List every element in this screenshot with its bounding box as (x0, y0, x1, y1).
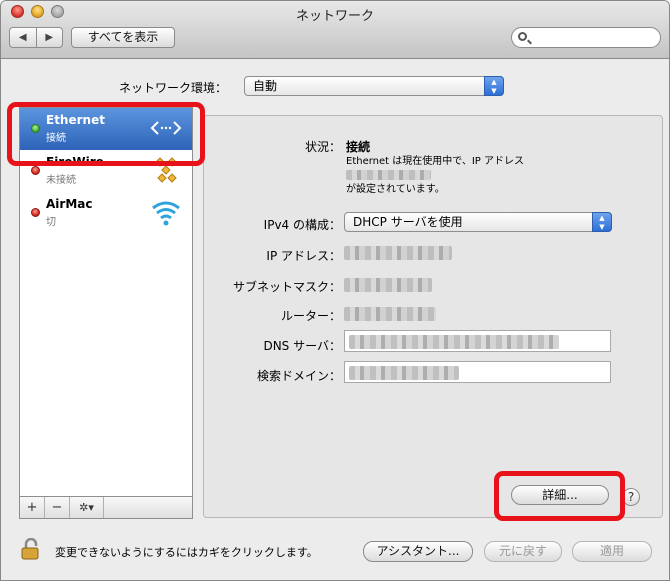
popup-arrows-icon: ▲ ▼ (484, 76, 504, 96)
subnet-mask-label: サブネットマスク： (232, 280, 341, 294)
search-domain-field[interactable] (344, 361, 611, 383)
lock-icon[interactable] (21, 538, 41, 560)
ip-address-value (344, 245, 452, 260)
window-title: ネットワーク (295, 9, 374, 24)
show-all-button[interactable]: すべてを表示 (71, 27, 175, 48)
search-field[interactable] (511, 27, 661, 48)
service-status: 切 (46, 217, 56, 228)
title-bar: ネットワーク ◀ ▶ すべてを表示 (1, 1, 669, 59)
forward-button[interactable]: ▶ (37, 28, 63, 47)
revert-button[interactable]: 元に戻す (484, 541, 562, 562)
highlight-box-advanced (494, 471, 625, 521)
ipv4-config-label: IPv4 の構成： (263, 218, 341, 232)
status-description: Ethernet は現在使用中で、IP アドレス が設定されています。 (346, 155, 576, 197)
apply-button[interactable]: 適用 (572, 541, 652, 562)
status-value: 接続 (346, 140, 371, 154)
dns-server-field[interactable] (344, 330, 611, 352)
service-name: AirMac (46, 197, 93, 211)
add-service-button[interactable]: + (20, 497, 45, 518)
service-item-airmac[interactable]: AirMac 切 (20, 192, 192, 234)
redacted-ip (346, 170, 431, 180)
location-value: 自動 (253, 79, 278, 93)
ip-address-label: IP アドレス： (266, 249, 341, 263)
gear-menu-button[interactable]: ✲▾ (70, 497, 104, 518)
back-forward-control: ◀ ▶ (9, 27, 63, 48)
search-icon (518, 32, 527, 41)
popup-arrows-icon: ▲ ▼ (592, 212, 612, 232)
subnet-mask-value (344, 277, 432, 292)
status-dot-icon (31, 166, 40, 175)
dns-server-label: DNS サーバ： (263, 339, 341, 353)
status-description-line2: が設定されています。 (346, 184, 445, 195)
lock-instruction-text: 変更できないようにするにはカギをクリックします。 (55, 546, 318, 559)
router-label: ルーター： (280, 309, 341, 323)
status-dot-icon (31, 208, 40, 217)
location-label: ネットワーク環境： (119, 81, 228, 95)
wifi-icon (152, 201, 180, 226)
network-preferences-window: ネットワーク ◀ ▶ すべてを表示 ネットワーク環境： 自動 ▲ ▼ Ethern… (0, 0, 670, 581)
search-domain-label: 検索ドメイン： (256, 369, 341, 383)
router-value (344, 306, 436, 321)
status-label: 状況： (304, 140, 341, 154)
status-description-line1: Ethernet は現在使用中で、IP アドレス (346, 156, 525, 167)
service-status: 未接続 (46, 175, 76, 186)
assist-button[interactable]: アシスタント... (363, 541, 473, 562)
ipv4-config-popup[interactable]: DHCP サーバを使用 ▲ ▼ (344, 212, 612, 232)
ipv4-config-value: DHCP サーバを使用 (353, 215, 463, 229)
location-popup[interactable]: 自動 ▲ ▼ (244, 76, 504, 96)
highlight-box-ethernet (7, 102, 205, 166)
service-list-controls: + − ✲▾ (19, 497, 193, 519)
remove-service-button[interactable]: − (45, 497, 70, 518)
back-button[interactable]: ◀ (10, 28, 37, 47)
